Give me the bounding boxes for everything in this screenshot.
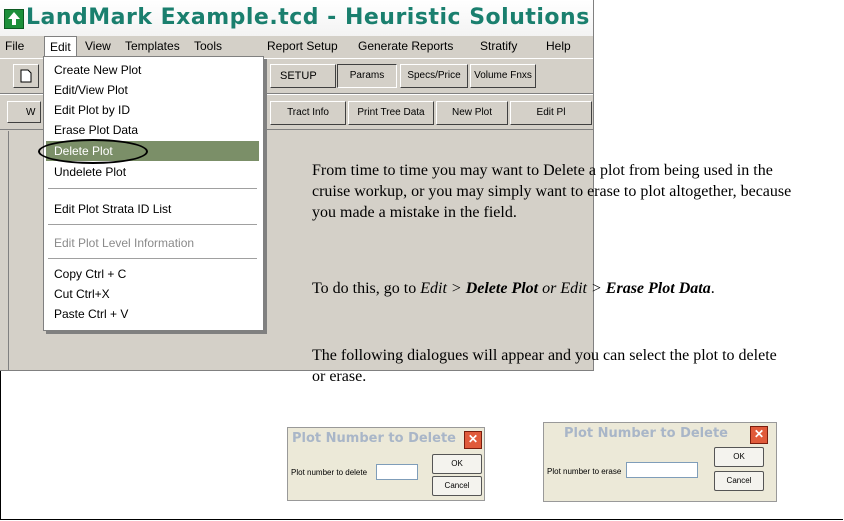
- new-file-button[interactable]: [13, 64, 39, 88]
- menu-stratify[interactable]: Stratify: [475, 36, 522, 56]
- menu-view[interactable]: View: [80, 36, 116, 56]
- edit-plot-button[interactable]: Edit Pl: [510, 101, 592, 125]
- dialog-label: Plot number to erase: [547, 467, 622, 476]
- paragraph-intro: From time to time you may want to Delete…: [312, 162, 792, 221]
- menu-file[interactable]: File: [0, 36, 29, 56]
- new-file-icon: [20, 69, 32, 83]
- delete-plot-dialog: Plot Number to Delete ✕ Plot number to d…: [287, 427, 485, 501]
- menu-item-delete-plot[interactable]: Delete Plot: [46, 141, 259, 161]
- ok-button[interactable]: OK: [432, 454, 482, 474]
- menu-help[interactable]: Help: [541, 36, 576, 56]
- cancel-button[interactable]: Cancel: [714, 471, 764, 491]
- paragraph-dialogues: The following dialogues will appear and …: [312, 347, 777, 385]
- toolbar2-left-button[interactable]: W: [7, 101, 41, 123]
- close-icon[interactable]: ✕: [750, 426, 768, 444]
- setup-label: SETUP: [280, 70, 317, 82]
- menu-item-paste[interactable]: Paste Ctrl + V: [46, 304, 259, 324]
- cancel-button[interactable]: Cancel: [432, 476, 482, 496]
- menu-separator: [48, 224, 257, 225]
- menu-item-edit-plot-strata-id-list[interactable]: Edit Plot Strata ID List: [46, 199, 259, 219]
- ok-button[interactable]: OK: [714, 447, 764, 467]
- plot-number-input[interactable]: [376, 464, 418, 480]
- menu-separator: [48, 258, 257, 259]
- volume-fnxs-button[interactable]: Volume Fnxs: [470, 64, 536, 88]
- window-title: LandMark Example.tcd - Heuristic Solutio…: [26, 5, 593, 30]
- dialog-title: Plot Number to Delete: [292, 431, 456, 446]
- menu-item-undelete-plot[interactable]: Undelete Plot: [46, 162, 259, 182]
- menu-item-edit-plot-level-information: Edit Plot Level Information: [54, 236, 195, 250]
- menu-tools[interactable]: Tools: [189, 36, 227, 56]
- dialog-title: Plot Number to Delete: [564, 426, 728, 441]
- menu-separator: [48, 188, 257, 189]
- menu-report-setup[interactable]: Report Setup: [262, 36, 343, 56]
- dialog-label: Plot number to delete: [291, 468, 368, 477]
- title-bar: LandMark Example.tcd - Heuristic Solutio…: [0, 0, 593, 36]
- print-tree-data-button[interactable]: Print Tree Data: [348, 101, 434, 125]
- landmark-logo-icon: [4, 9, 24, 29]
- menu-item-cut[interactable]: Cut Ctrl+X: [46, 284, 259, 304]
- specs-price-button[interactable]: Specs/Price: [400, 64, 468, 88]
- instructions-erase-plot-data: Erase Plot Data: [605, 280, 711, 297]
- plot-number-input[interactable]: [626, 462, 698, 478]
- menu-bar: File Edit View Templates Tools Report Se…: [0, 36, 593, 57]
- close-icon[interactable]: ✕: [464, 431, 482, 449]
- params-button[interactable]: Params: [337, 64, 397, 88]
- menu-item-create-new-plot[interactable]: Create New Plot: [46, 60, 259, 80]
- menu-generate-reports[interactable]: Generate Reports: [353, 36, 458, 56]
- instructions-text-start: To do this, go to: [312, 280, 421, 297]
- paragraph-instructions: To do this, go to Edit > Delete Plot or …: [312, 278, 812, 299]
- instructions-delete-plot: Delete Plot: [465, 280, 539, 297]
- tract-info-button[interactable]: Tract Info: [270, 101, 346, 125]
- menu-item-erase-plot-data[interactable]: Erase Plot Data: [46, 120, 259, 140]
- erase-plot-dialog: Plot Number to Delete ✕ Plot number to e…: [543, 422, 777, 502]
- instructions-edit-2: or Edit >: [538, 280, 606, 297]
- menu-templates[interactable]: Templates: [120, 36, 185, 56]
- menu-item-copy[interactable]: Copy Ctrl + C: [46, 264, 259, 284]
- menu-item-edit-plot-by-id[interactable]: Edit Plot by ID: [46, 100, 259, 120]
- menu-item-edit-view-plot[interactable]: Edit/View Plot: [46, 80, 259, 100]
- instructions-edit-1: Edit >: [420, 280, 466, 297]
- menu-edit[interactable]: Edit: [44, 36, 77, 57]
- new-plot-button[interactable]: New Plot: [436, 101, 508, 125]
- edit-menu-dropdown: Create New Plot Edit/View Plot Edit Plot…: [43, 56, 264, 331]
- instructions-period: .: [710, 280, 715, 297]
